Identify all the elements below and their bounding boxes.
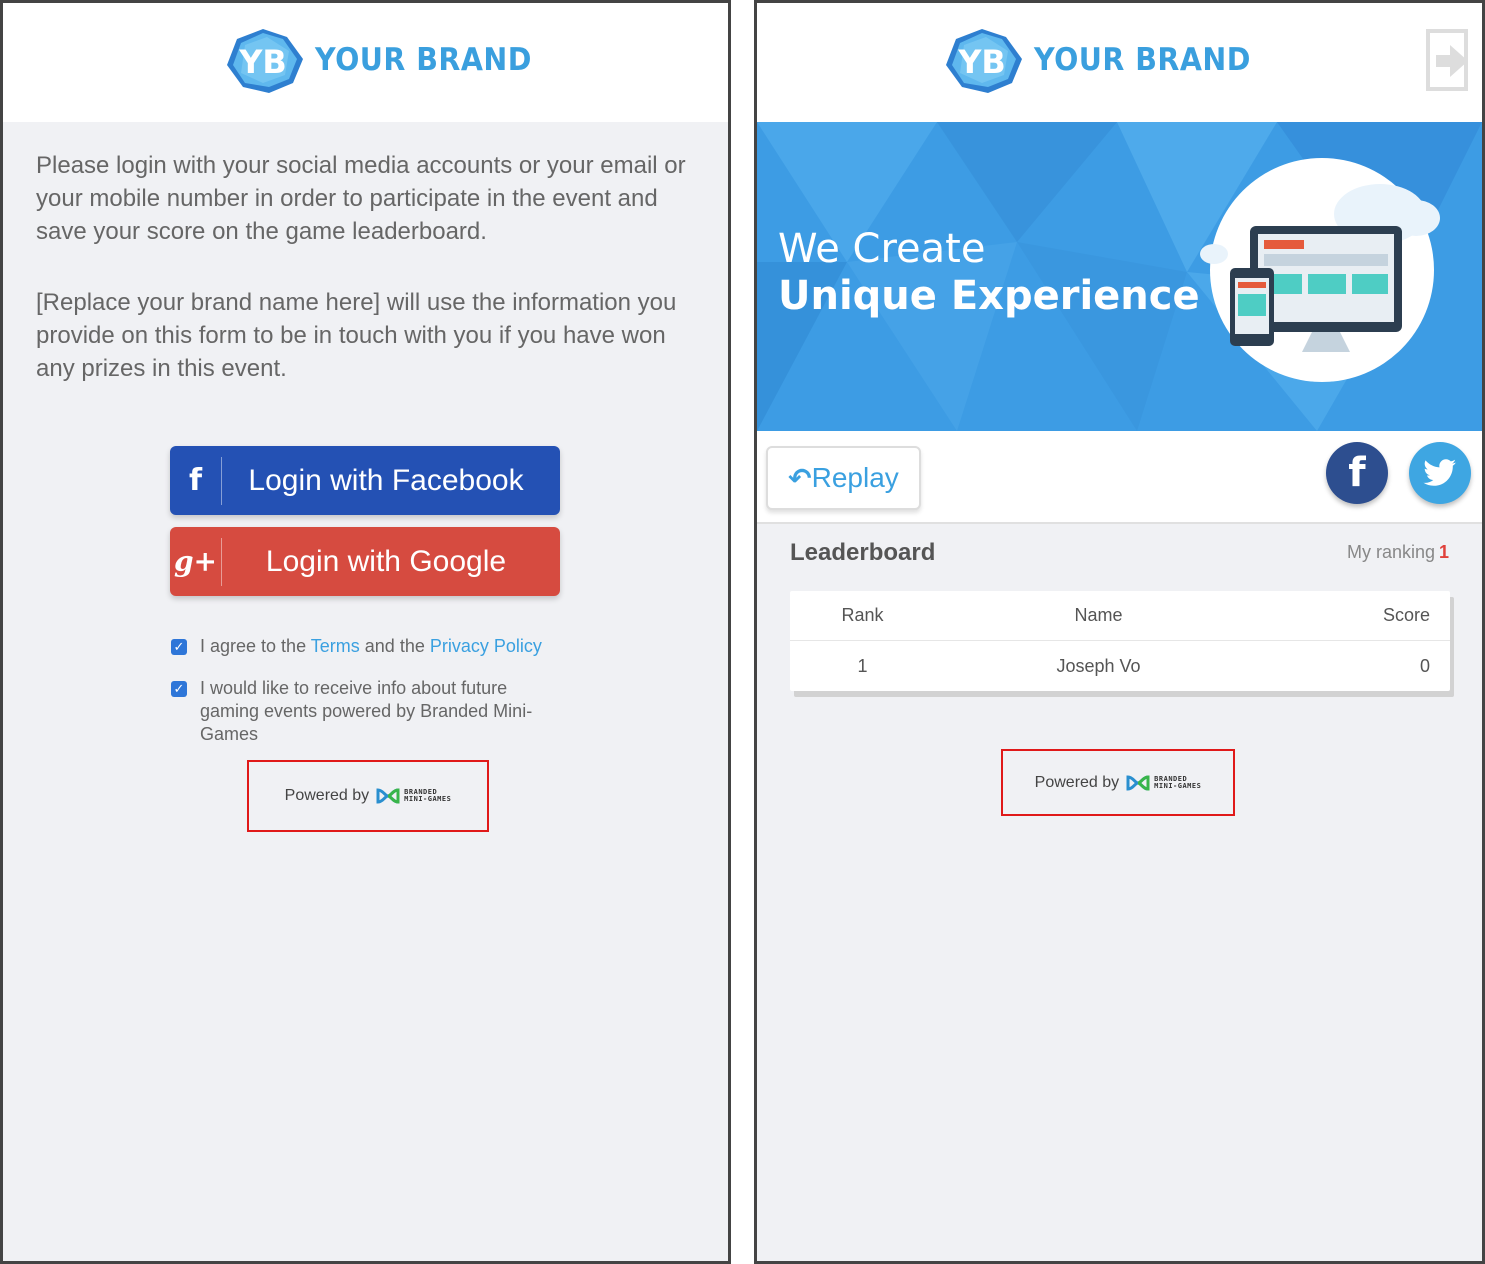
table-header-row: Rank Name Score <box>790 591 1450 641</box>
logo-line-2: MINI-GAMES <box>1154 781 1202 790</box>
login-facebook-button[interactable]: f Login with Facebook <box>170 446 560 515</box>
banner-line-2: Unique Experience <box>778 273 1200 319</box>
powered-by-badge[interactable]: Powered by BRANDED MINI-GAMES <box>247 760 489 832</box>
info-optin-row: ✓ I would like to receive info about fut… <box>171 677 551 746</box>
my-ranking-value: 1 <box>1438 542 1449 562</box>
branded-mini-games-logo: BRANDED MINI-GAMES <box>1125 774 1201 792</box>
powered-by-text: Powered by <box>1034 773 1120 791</box>
leaderboard-table: Rank Name Score 1 Joseph Vo 0 <box>790 591 1450 691</box>
checkbox-checked-icon: ✓ <box>173 681 185 696</box>
replay-label: Replay <box>811 462 899 493</box>
login-google-label: Login with Google <box>265 544 507 578</box>
agree-terms-row: ✓ I agree to the Terms and the Privacy P… <box>171 635 551 658</box>
twitter-icon <box>1423 459 1457 486</box>
info-optin-checkbox[interactable]: ✓ <box>171 681 187 697</box>
leaderboard-title: Leaderboard <box>790 539 936 566</box>
brand-logo-icon: YB <box>946 29 1022 93</box>
login-facebook-label: Login with Facebook <box>248 463 524 497</box>
cell-name: Joseph Vo <box>1056 655 1141 676</box>
agree-terms-checkbox[interactable]: ✓ <box>171 639 187 655</box>
branded-mini-games-logo: BRANDED MINI-GAMES <box>375 787 451 805</box>
info-optin-label: I would like to receive info about futur… <box>200 678 533 744</box>
facebook-icon: f <box>1348 450 1366 496</box>
privacy-policy-link[interactable]: Privacy Policy <box>430 636 542 656</box>
my-ranking-label: My ranking <box>1346 542 1435 562</box>
agree-middle: and the <box>364 636 425 656</box>
powered-by-text: Powered by <box>284 787 370 804</box>
share-twitter-button[interactable] <box>1409 442 1471 504</box>
agree-terms-text: I agree to the Terms and the Privacy Pol… <box>200 635 542 658</box>
svg-text:YB: YB <box>957 43 1006 81</box>
devices-illustration <box>1200 158 1440 382</box>
hero-banner: We Create Unique Experience <box>757 122 1482 431</box>
brand-name: YOUR BRAND <box>315 42 532 78</box>
share-facebook-button[interactable]: f <box>1326 442 1388 504</box>
column-header-name: Name <box>1074 605 1123 625</box>
replay-button[interactable]: ↶ Replay <box>766 446 921 510</box>
branded-mini-games-logo-icon <box>1126 774 1150 791</box>
table-row: 1 Joseph Vo 0 <box>790 641 1450 691</box>
facebook-icon: f <box>170 456 222 505</box>
replay-arrow-icon: ↶ <box>788 462 812 494</box>
brand-name: YOUR BRAND <box>1034 42 1251 78</box>
intro-text: Please login with your social media acco… <box>36 152 686 245</box>
logo-line-2: MINI-GAMES <box>404 795 452 803</box>
terms-link[interactable]: Terms <box>311 636 360 656</box>
powered-by-badge[interactable]: Powered by BRANDED MINI-GAMES <box>1001 749 1235 816</box>
cell-rank: 1 <box>857 655 868 676</box>
exit-icon[interactable] <box>1426 27 1474 95</box>
column-header-rank: Rank <box>841 605 884 625</box>
privacy-notice-text: [Replace your brand name here] will use … <box>36 289 677 382</box>
my-ranking: My ranking 1 <box>1347 542 1449 563</box>
cell-score: 0 <box>1419 655 1430 676</box>
column-header-score: Score <box>1382 605 1430 625</box>
brand-logo: YB YOUR BRAND <box>942 25 1270 95</box>
checkbox-checked-icon: ✓ <box>173 639 185 654</box>
brand-logo-icon: YB <box>227 29 303 93</box>
login-google-button[interactable]: g+ Login with Google <box>170 527 560 596</box>
login-screen: YB YOUR BRAND Please login with your soc… <box>0 0 731 1264</box>
leaderboard-screen: YB YOUR BRAND We Create Unique Experienc… <box>754 0 1485 1264</box>
branded-mini-games-logo-icon <box>376 788 400 804</box>
action-bar: ↶ Replay f <box>757 431 1482 524</box>
banner-line-1: We Create <box>778 226 986 272</box>
header: YB YOUR BRAND <box>757 3 1482 122</box>
agree-prefix: I agree to the <box>200 636 307 656</box>
header: YB YOUR BRAND <box>3 3 728 122</box>
google-plus-icon: g+ <box>170 537 222 586</box>
brand-logo: YB YOUR BRAND <box>223 25 551 95</box>
svg-text:YB: YB <box>238 43 287 81</box>
